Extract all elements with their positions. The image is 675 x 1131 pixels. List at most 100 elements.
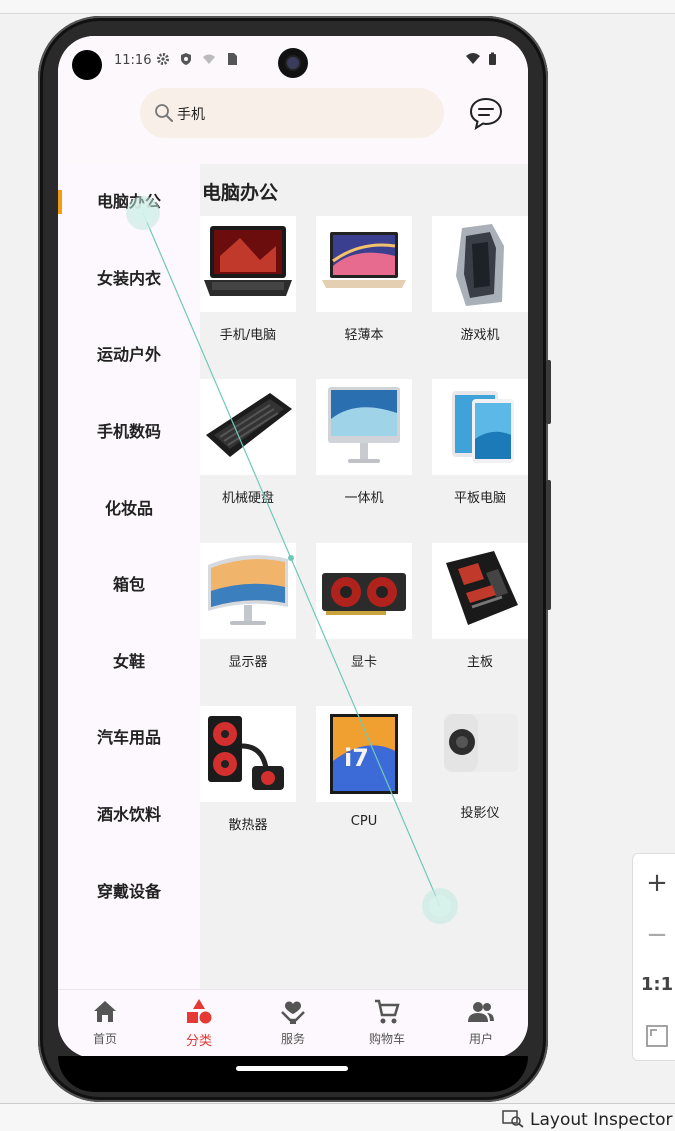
svg-text:i7: i7 [344,744,369,772]
tab-label: 首页 [92,1032,117,1046]
fit-screen-button[interactable] [633,1010,675,1060]
product-panel: 电脑办公 手机/电脑 轻薄本 游戏机 机械硬盘 一体机 平板电脑 显示器 显卡 … [200,164,528,990]
product-label: 机械硬盘 [221,491,274,506]
product-tablet[interactable]: 平板电脑 [432,379,528,519]
monitor-image [200,543,296,639]
sidebar-item-label: 女装内衣 [96,269,161,288]
sidebar-item-womens-wear[interactable]: 女装内衣 [58,259,200,299]
sidebar-item-computer-office[interactable]: 电脑办公 [58,182,200,222]
actual-size-button[interactable]: 1:1 [633,960,675,1010]
tab-label: 分类 [185,1034,212,1049]
zoom-in-button[interactable]: + [633,858,675,908]
wifi-icon [466,53,480,64]
tab-category[interactable]: 分类 [152,998,246,1054]
product-label: CPU [350,814,378,829]
sidebar-item-womens-shoes[interactable]: 女鞋 [58,642,200,682]
product-label: 游戏机 [460,328,500,343]
sidebar-item-label: 汽车用品 [96,728,161,747]
product-label: 显示器 [228,655,268,670]
product-label: 轻薄本 [344,328,384,343]
product-laptop[interactable]: 手机/电脑 [200,216,296,356]
product-cooler[interactable]: 散热器 [200,706,296,846]
home-indicator[interactable] [236,1066,348,1071]
thin-laptop-image [316,216,412,312]
search-bar[interactable]: 手机 [140,88,444,138]
section-title: 电脑办公 [202,182,279,204]
sidebar-item-sports[interactable]: 运动户外 [58,335,200,375]
sidebar-item-auto[interactable]: 汽车用品 [58,718,200,758]
layout-inspector-label: Layout Inspector [530,1110,673,1130]
sidebar-item-label: 酒水饮料 [96,805,161,824]
settings-icon [157,53,169,65]
device-screen: 11:16 手机 电脑办公 女装内衣 运动户外 手机数码 化妆品 箱包 女鞋 汽… [58,36,528,1058]
top-window-strip [0,0,675,14]
search-input[interactable]: 手机 [177,104,205,124]
tab-user[interactable]: 用户 [434,998,528,1054]
sidebar-item-label: 电脑办公 [96,192,161,211]
product-label: 平板电脑 [453,491,506,506]
tab-cart[interactable]: 购物车 [340,998,434,1054]
product-cpu[interactable]: i7 CPU [316,706,412,846]
product-label: 投影仪 [460,806,500,821]
product-motherboard[interactable]: 主板 [432,543,528,683]
product-gaming-pc[interactable]: 游戏机 [432,216,528,356]
layout-inspector-button[interactable]: Layout Inspector [502,1110,673,1130]
tab-label: 购物车 [368,1032,405,1046]
product-thin-laptop[interactable]: 轻薄本 [316,216,412,356]
search-icon [155,104,173,122]
front-camera-hole [72,50,102,80]
status-bar: 11:16 [58,36,528,86]
shield-icon [181,53,191,65]
user-icon [468,1002,494,1022]
sidebar-item-label: 手机数码 [96,422,161,441]
product-keyboard[interactable]: 机械硬盘 [200,379,296,519]
projector-image [432,706,528,802]
tab-home[interactable]: 首页 [58,998,152,1054]
product-graphics-card[interactable]: 显卡 [316,543,412,683]
sidebar-item-bags[interactable]: 箱包 [58,565,200,605]
sidebar-item-drinks[interactable]: 酒水饮料 [58,795,200,835]
keyboard-image [200,379,296,475]
power-button [546,480,551,610]
fit-screen-icon [646,1024,668,1047]
sim-card-icon [228,53,237,65]
layout-inspector-icon [502,1110,524,1128]
home-icon [94,1001,116,1022]
category-sidebar: 电脑办公 女装内衣 运动户外 手机数码 化妆品 箱包 女鞋 汽车用品 酒水饮料 … [58,164,200,990]
tab-service[interactable]: 服务 [246,998,340,1054]
graphics-card-image [316,543,412,639]
sidebar-item-wearables[interactable]: 穿戴设备 [58,872,200,912]
battery-icon [489,52,496,65]
service-icon [281,1001,305,1024]
sidebar-item-label: 运动户外 [96,345,161,364]
zoom-toolbar: + − 1:1 [632,853,675,1061]
sidebar-item-phones-digital[interactable]: 手机数码 [58,412,200,452]
cpu-image: i7 [316,706,412,802]
sidebar-item-label: 穿戴设备 [96,882,161,901]
sidebar-item-cosmetics[interactable]: 化妆品 [58,489,200,529]
tab-label: 用户 [468,1032,493,1046]
category-icon [187,999,212,1024]
wifi-off-icon [203,54,215,64]
bottom-tab-bar: 首页 分类 服务 购物车 用户 [58,989,528,1058]
sidebar-item-label: 化妆品 [104,499,153,518]
product-projector[interactable]: 投影仪 [432,706,528,846]
zoom-out-button[interactable]: − [633,910,675,960]
gaming-pc-image [432,216,528,312]
cart-icon [375,999,400,1024]
product-monitor[interactable]: 显示器 [200,543,296,683]
product-label: 一体机 [344,491,384,506]
product-all-in-one[interactable]: 一体机 [316,379,412,519]
tab-label: 服务 [280,1032,305,1046]
chat-bubble-icon[interactable] [468,96,504,132]
product-label: 显卡 [350,655,377,670]
all-in-one-image [316,379,412,475]
product-label: 散热器 [228,818,268,833]
center-camera [278,48,308,78]
cooler-image [200,706,296,802]
tablet-image [432,379,528,475]
screen-bottom-bezel [58,1056,528,1092]
product-label: 主板 [466,655,493,670]
sidebar-item-label: 箱包 [112,575,145,594]
sidebar-item-label: 女鞋 [112,652,145,671]
